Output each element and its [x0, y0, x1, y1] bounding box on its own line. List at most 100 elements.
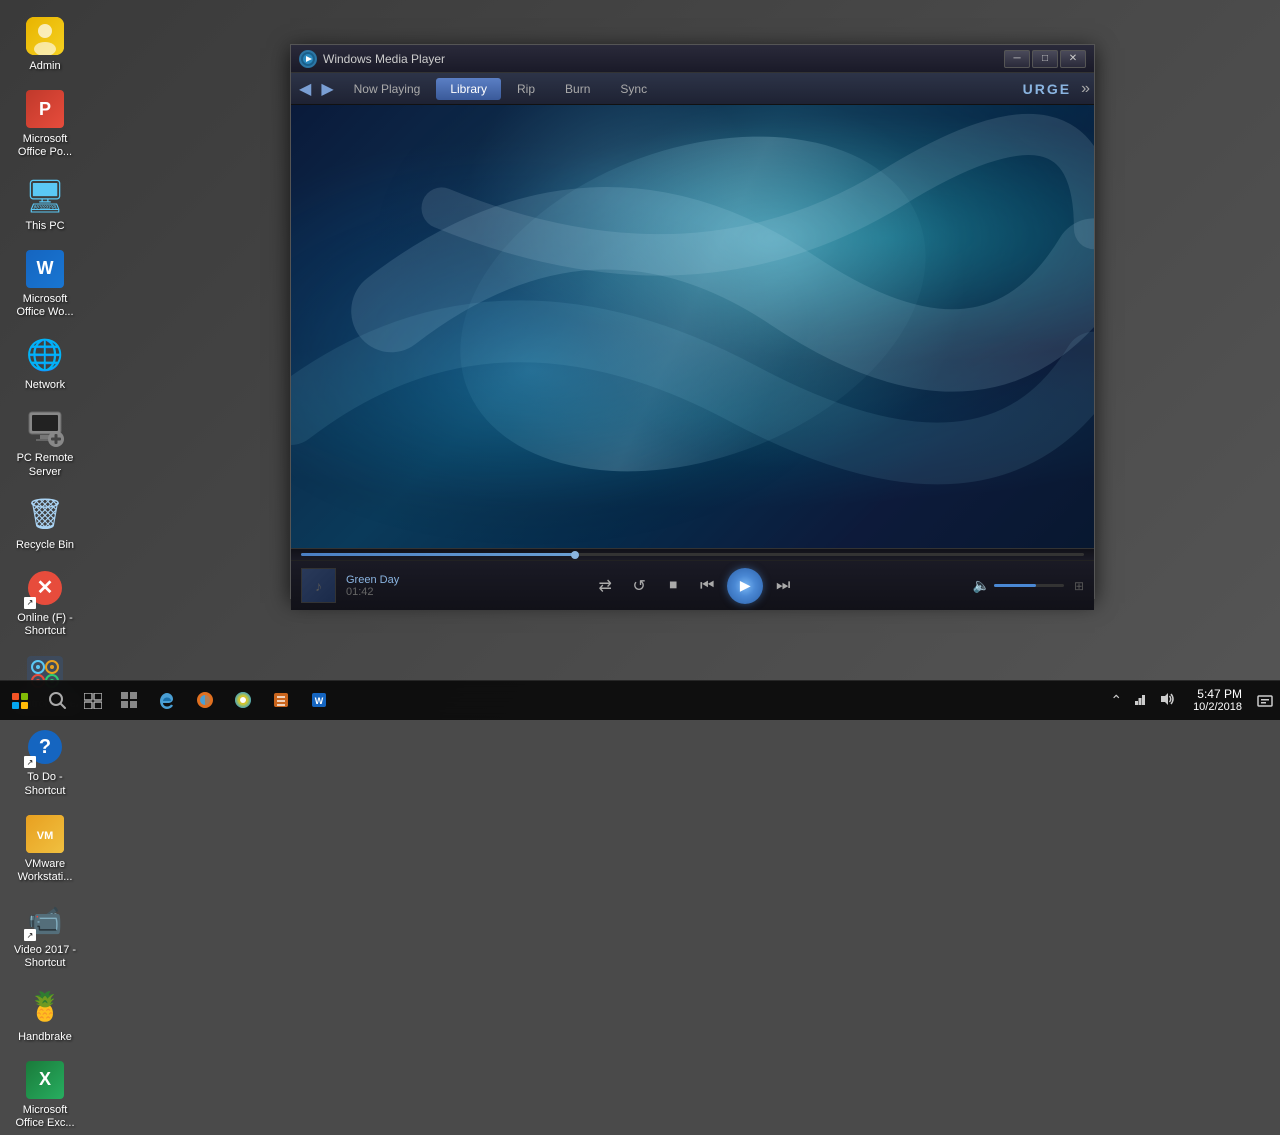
tab-library[interactable]: Library [436, 78, 501, 100]
wmp-nav-back[interactable]: ◀ [295, 79, 315, 99]
wmp-progress-handle[interactable] [571, 551, 579, 559]
next-button[interactable]: ⏭ [769, 572, 797, 600]
recycle-label: Recycle Bin [16, 539, 74, 552]
excel-icon: X [26, 1061, 64, 1099]
windows-logo-icon [12, 693, 28, 709]
volume-fill [994, 584, 1036, 587]
store-icon [120, 691, 138, 709]
wmp-minimize-button[interactable]: ─ [1004, 50, 1030, 68]
desktop-icon-excel[interactable]: X Microsoft Office Exc... [5, 1054, 85, 1135]
taskbar-search-button[interactable] [40, 683, 75, 718]
shuffle-button[interactable]: ⇄ [591, 572, 619, 600]
taskbar-edge-button[interactable] [148, 681, 186, 721]
wmp-window: Windows Media Player ─ □ ✕ ◀ ▶ Now Playi… [290, 44, 1095, 599]
search-icon [49, 692, 67, 710]
excel-label: Microsoft Office Exc... [10, 1104, 80, 1130]
clock-date: 10/2/2018 [1193, 701, 1242, 714]
taskbar-word-icon: W [310, 691, 328, 709]
pcremote-label: PC Remote Server [10, 452, 80, 478]
desktop-icon-thispc[interactable]: 🖥 This PC [5, 170, 85, 238]
tray-arrow-icon[interactable]: ⌃ [1107, 690, 1125, 711]
tray-volume-icon[interactable] [1155, 689, 1177, 712]
network-icon: 🌐 [26, 338, 63, 373]
desktop-icon-video[interactable]: 📹 ↗ Video 2017 - Shortcut [5, 894, 85, 975]
wmp-progress-track[interactable] [301, 553, 1084, 556]
desktop-icon-network[interactable]: 🌐 Network [5, 329, 85, 397]
taskbar: W ⌃ 5:47 PM [0, 680, 1280, 720]
desktop-icon-online[interactable]: ✕ ↗ Online (F) - Shortcut [5, 562, 85, 643]
task-view-button[interactable] [75, 683, 110, 718]
thispc-label: This PC [25, 220, 64, 233]
play-button[interactable]: ▶ [727, 568, 763, 604]
taskbar-bandzip-button[interactable] [262, 681, 300, 721]
msword-label: Microsoft Office Wo... [10, 293, 80, 319]
chrome-icon [234, 691, 252, 709]
notification-icon [1257, 693, 1273, 709]
tab-burn[interactable]: Burn [551, 78, 604, 100]
video-label: Video 2017 - Shortcut [10, 944, 80, 970]
desktop-icon-grid: Admin P Microsoft Office Po... 🖥 This PC… [0, 0, 140, 720]
urge-brand[interactable]: URGE [1023, 81, 1079, 97]
volume-track[interactable] [994, 584, 1064, 587]
wmp-progress-area[interactable] [291, 548, 1094, 560]
todo-label: To Do - Shortcut [10, 771, 80, 797]
wmp-nav-more[interactable]: » [1081, 80, 1090, 98]
wmp-window-controls: ─ □ ✕ [1004, 50, 1086, 68]
desktop-icon-admin[interactable]: Admin [5, 10, 85, 78]
desktop: Admin P Microsoft Office Po... 🖥 This PC… [0, 0, 1280, 720]
tab-sync[interactable]: Sync [606, 78, 661, 100]
online-label: Online (F) - Shortcut [10, 612, 80, 638]
wmp-title-text: Windows Media Player [323, 52, 445, 66]
shortcut-arrow-todo: ↗ [24, 756, 36, 768]
shortcut-arrow-video: ↗ [24, 929, 36, 941]
taskbar-clock[interactable]: 5:47 PM 10/2/2018 [1185, 687, 1250, 715]
vmware-label: VMware Workstati... [10, 858, 80, 884]
desktop-icon-handbrake[interactable]: 🍍 Handbrake [5, 981, 85, 1049]
repeat-button[interactable]: ↺ [625, 572, 653, 600]
volume-icon[interactable]: 🔈 [973, 577, 990, 594]
win-quad2 [21, 693, 28, 700]
desktop-icon-recycle[interactable]: 🗑 Recycle Bin [5, 489, 85, 557]
taskbar-firefox-button[interactable] [186, 681, 224, 721]
handbrake-icon: 🍍 [28, 990, 63, 1023]
taskbar-word-button[interactable]: W [300, 681, 338, 721]
desktop-icon-msword[interactable]: W Microsoft Office Wo... [5, 243, 85, 324]
wmp-controls-bar: ♪ Green Day 01:42 ⇄ ↺ ⏹ ⏮ ▶ ⏭ 🔈 ⊞ [291, 560, 1094, 610]
firefox-icon [196, 691, 214, 709]
wmp-progress-fill [301, 553, 575, 556]
wmp-titlebar: Windows Media Player ─ □ ✕ [291, 45, 1094, 73]
stop-button[interactable]: ⏹ [659, 572, 687, 600]
shortcut-arrow-online: ↗ [24, 597, 36, 609]
desktop-icon-pcremote[interactable]: PC Remote Server [5, 402, 85, 483]
desktop-icon-vmware[interactable]: VM VMware Workstati... [5, 808, 85, 889]
win-quad1 [12, 693, 19, 700]
desktop-icon-powerpoint[interactable]: P Microsoft Office Po... [5, 83, 85, 164]
taskbar-tray: ⌃ [1099, 689, 1185, 712]
prev-button[interactable]: ⏮ [693, 572, 721, 600]
network-label: Network [25, 379, 65, 392]
wmp-title-left: Windows Media Player [299, 50, 445, 68]
wmp-track-time: 01:42 [346, 586, 426, 598]
thispc-icon: 🖥 [25, 177, 66, 215]
wmp-track-name: Green Day [346, 574, 426, 586]
wmp-maximize-button[interactable]: □ [1032, 50, 1058, 68]
taskbar-store-button[interactable] [110, 681, 148, 721]
admin-icon [26, 17, 64, 55]
tab-now-playing[interactable]: Now Playing [340, 78, 435, 100]
wmp-album-art: ♪ [301, 568, 336, 603]
pcremote-icon [24, 407, 66, 449]
wmp-close-button[interactable]: ✕ [1060, 50, 1086, 68]
wmp-miniplayer-button[interactable]: ⊞ [1074, 579, 1084, 593]
wmp-logo-icon [299, 50, 317, 68]
taskbar-chrome-button[interactable] [224, 681, 262, 721]
tab-rip[interactable]: Rip [503, 78, 549, 100]
win-quad4 [21, 702, 28, 709]
win-quad3 [12, 702, 19, 709]
desktop-icon-todo[interactable]: ? ↗ To Do - Shortcut [5, 721, 85, 802]
notification-center-button[interactable] [1250, 681, 1280, 721]
task-view-icon [84, 693, 102, 709]
wmp-track-info: Green Day 01:42 [346, 574, 426, 598]
wmp-nav-forward[interactable]: ▶ [317, 79, 337, 99]
tray-network-icon[interactable] [1129, 689, 1151, 712]
start-button[interactable] [0, 681, 40, 721]
